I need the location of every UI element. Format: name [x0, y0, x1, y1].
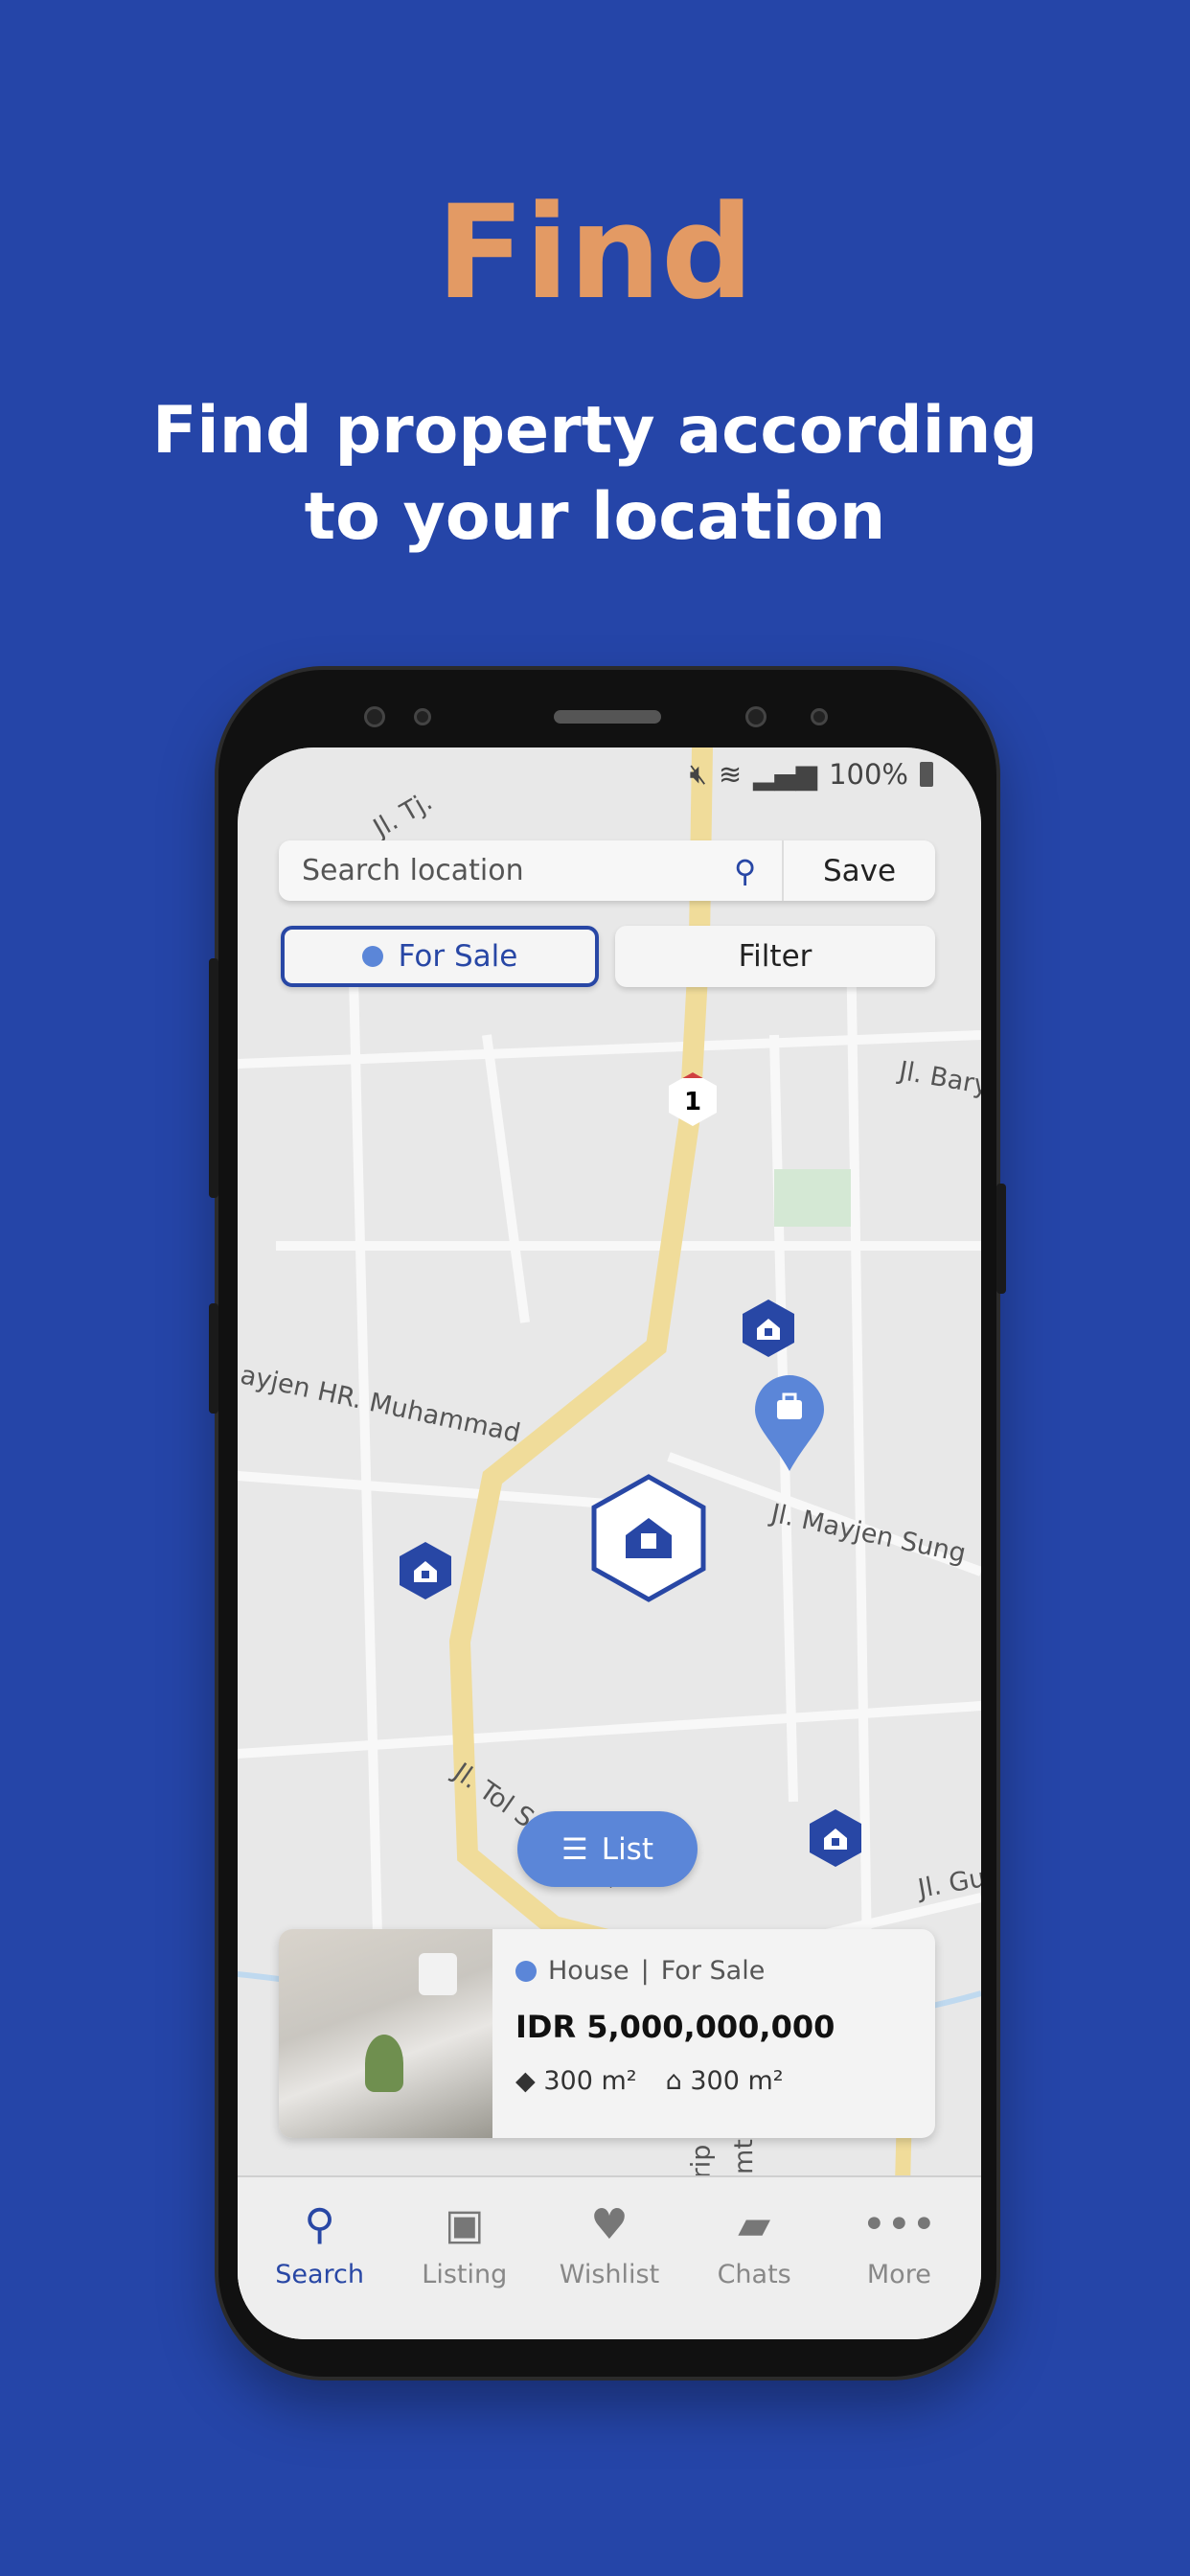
nav-more[interactable]: ••• More — [832, 2177, 966, 2339]
property-type: House — [548, 1956, 629, 1986]
search-input[interactable]: Search location — [279, 854, 734, 887]
building-area: 300 m² — [690, 2066, 784, 2096]
for-sale-toggle[interactable]: For Sale — [281, 926, 599, 987]
sensor — [811, 708, 828, 725]
app-screen: Jl. Tj. Jl. Bary ayjen HR. Muhammad Jl. … — [238, 748, 981, 2339]
heart-icon: ♥ — [590, 2200, 629, 2249]
save-button[interactable]: Save — [782, 840, 935, 901]
status-dot-icon — [361, 946, 383, 967]
nav-listing[interactable]: ▣ Listing — [398, 2177, 532, 2339]
nav-label: Search — [275, 2260, 364, 2289]
volume-button — [209, 958, 218, 1198]
nav-label: More — [866, 2260, 931, 2289]
nav-label: Chats — [717, 2260, 791, 2289]
map-label: mt — [728, 2139, 759, 2174]
house-icon: ⌂ — [665, 2066, 682, 2096]
for-sale-label: For Sale — [398, 939, 518, 974]
bixby-button — [209, 1303, 218, 1414]
nav-wishlist[interactable]: ♥ Wishlist — [542, 2177, 676, 2339]
list-button[interactable]: ☰ List — [517, 1811, 698, 1887]
camera — [364, 706, 385, 727]
mute-icon: 🔇︎ — [689, 757, 707, 790]
property-price: IDR 5,000,000,000 — [515, 2009, 835, 2045]
location-pin-icon[interactable] — [753, 1373, 826, 1477]
subtitle-line: to your location — [304, 479, 886, 555]
battery-level: 100% — [829, 757, 908, 791]
property-marker[interactable] — [398, 1540, 453, 1605]
property-card[interactable]: House | For Sale IDR 5,000,000,000 ◆ 300 m… — [279, 1929, 935, 2138]
nav-label: Listing — [422, 2260, 508, 2289]
nav-chats[interactable]: ▰ Chats — [687, 2177, 821, 2339]
status-dot-icon — [515, 1960, 537, 1982]
camera — [745, 706, 767, 727]
wifi-icon: ≋ — [718, 757, 743, 791]
more-icon: ••• — [861, 2200, 937, 2249]
bottom-nav: ⚲ Search ▣ Listing ♥ Wishlist ▰ Chats ••• Mor… — [238, 2175, 981, 2339]
land-area-icon: ◆ — [515, 2066, 536, 2096]
sensor — [414, 708, 431, 725]
property-marker[interactable] — [741, 1298, 796, 1363]
list-label: List — [601, 1831, 653, 1867]
land-area: 300 m² — [543, 2066, 637, 2096]
battery-icon — [920, 761, 933, 787]
search-icon: ⚲ — [304, 2200, 335, 2249]
power-button — [996, 1184, 1006, 1294]
nav-label: Wishlist — [559, 2260, 660, 2289]
signal-icon: ▂▄▆ — [753, 757, 818, 791]
separator: | — [640, 1956, 650, 1986]
subtitle: Find property according to your location — [0, 388, 1190, 561]
property-photo — [279, 1929, 492, 2138]
status-bar: 🔇︎ ≋ ▂▄▆ 100% — [690, 757, 933, 791]
speaker — [554, 710, 661, 724]
listing-icon: ▣ — [444, 2200, 485, 2249]
property-marker-selected[interactable] — [591, 1474, 706, 1606]
property-status: For Sale — [660, 1956, 766, 1986]
search-icon[interactable]: ⚲ — [734, 853, 782, 889]
property-marker[interactable] — [808, 1807, 863, 1873]
nav-search[interactable]: ⚲ Search — [253, 2177, 387, 2339]
headline: Find — [436, 177, 754, 328]
chat-icon: ▰ — [738, 2200, 771, 2249]
subtitle-line: Find property according — [151, 393, 1039, 469]
search-bar: Search location ⚲ Save — [279, 840, 935, 901]
list-icon: ☰ — [561, 1831, 588, 1867]
map-label: rip — [686, 2144, 717, 2179]
filter-button[interactable]: Filter — [615, 926, 935, 987]
